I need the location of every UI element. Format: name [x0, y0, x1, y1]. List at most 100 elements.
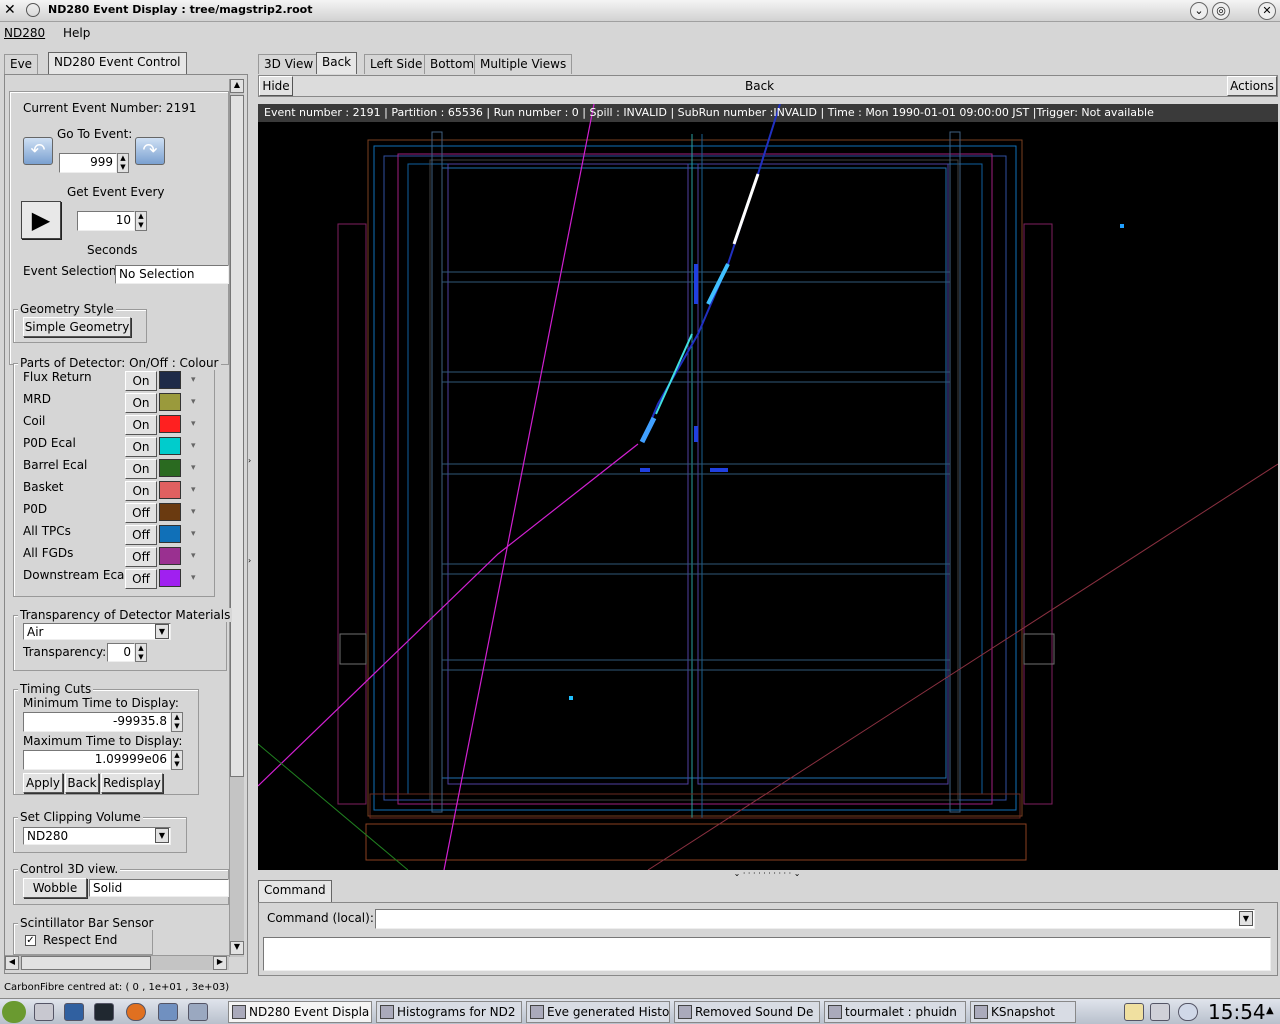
material-dropdown-icon[interactable]: ▼	[155, 624, 169, 639]
menu-nd280[interactable]: ND280	[4, 26, 45, 40]
event-interval-spinner[interactable]: ▲ ▼	[135, 211, 147, 231]
detector-part-color-swatch[interactable]	[159, 437, 181, 455]
detector-part-toggle[interactable]: On	[125, 415, 157, 435]
color-dropdown-icon[interactable]: ▾	[191, 573, 196, 583]
panel-hscrollbar[interactable]: ◀ ▶	[5, 955, 229, 970]
color-dropdown-icon[interactable]: ▾	[191, 419, 196, 429]
event-selection-input[interactable]: No Selection	[115, 265, 229, 284]
firefox-icon[interactable]	[126, 1003, 146, 1021]
tab-3d-view[interactable]: 3D View	[258, 54, 320, 74]
detector-part-color-swatch[interactable]	[159, 525, 181, 543]
detector-part-toggle[interactable]: Off	[125, 547, 157, 567]
detector-part-toggle[interactable]: Off	[125, 503, 157, 523]
tab-left-side[interactable]: Left Side	[364, 54, 429, 74]
command-history-dropdown-icon[interactable]: ▼	[1239, 911, 1253, 926]
detector-part-color-swatch[interactable]	[159, 481, 181, 499]
panel-scrollbar[interactable]: ▲ ▼	[229, 79, 244, 957]
goto-event-spinner[interactable]: ▲ ▼	[117, 153, 129, 173]
terminal-icon[interactable]	[94, 1003, 114, 1021]
detector-part-toggle[interactable]: On	[125, 437, 157, 457]
color-dropdown-icon[interactable]: ▾	[191, 485, 196, 495]
previous-event-button[interactable]: ↶	[23, 137, 53, 165]
clipping-dropdown-icon[interactable]: ▼	[155, 828, 169, 843]
scroll-down-icon[interactable]: ▼	[230, 941, 244, 955]
detector-part-toggle[interactable]: Off	[125, 525, 157, 545]
next-event-button[interactable]: ↷	[135, 137, 165, 165]
simple-geometry-button[interactable]: Simple Geometry	[23, 317, 131, 337]
start-menu-icon[interactable]	[2, 1001, 26, 1023]
pager-icon[interactable]	[188, 1003, 208, 1021]
tray-arrow-icon[interactable]: ▲	[1266, 1005, 1274, 1016]
desktop-icon[interactable]	[64, 1003, 84, 1021]
max-time-input[interactable]: 1.09999e06	[23, 750, 171, 770]
hide-button[interactable]: Hide	[259, 76, 293, 96]
detector-part-toggle[interactable]: On	[125, 393, 157, 413]
material-select[interactable]: Air	[23, 623, 171, 640]
splitter-arrow-icon[interactable]: ›	[248, 456, 256, 470]
detector-part-color-swatch[interactable]	[159, 415, 181, 433]
close-icon[interactable]: ✕	[1258, 2, 1276, 20]
scroll-left-icon[interactable]: ◀	[5, 956, 19, 970]
app-icon[interactable]: ✕	[4, 2, 16, 18]
command-input[interactable]	[375, 909, 1255, 929]
taskbar-item[interactable]: ND280 Event Displa	[228, 1001, 372, 1023]
color-dropdown-icon[interactable]: ▾	[191, 397, 196, 407]
tools-icon[interactable]	[34, 1003, 54, 1021]
detector-part-toggle[interactable]: On	[125, 371, 157, 391]
actions-button[interactable]: Actions	[1227, 76, 1277, 96]
back-button[interactable]: Back	[65, 773, 99, 793]
color-dropdown-icon[interactable]: ▾	[191, 529, 196, 539]
detector-part-toggle[interactable]: On	[125, 459, 157, 479]
volume-icon[interactable]	[1150, 1003, 1170, 1021]
taskbar-item[interactable]: Histograms for ND2	[376, 1001, 522, 1023]
clipping-select[interactable]: ND280	[23, 827, 171, 845]
tab-multiple-views[interactable]: Multiple Views	[474, 54, 573, 74]
apply-button[interactable]: Apply	[23, 773, 63, 793]
min-time-input[interactable]: -99935.8	[23, 712, 171, 732]
min-time-spinner[interactable]: ▲ ▼	[171, 712, 183, 732]
goto-event-input[interactable]: 999	[59, 153, 117, 173]
color-dropdown-icon[interactable]: ▾	[191, 463, 196, 473]
scroll-right-icon[interactable]: ▶	[213, 956, 227, 970]
taskbar-item[interactable]: Eve generated Histo	[526, 1001, 670, 1023]
transparency-input[interactable]: 0	[107, 643, 135, 662]
color-dropdown-icon[interactable]: ▾	[191, 375, 196, 385]
play-button[interactable]: ▶	[21, 201, 61, 239]
taskbar-item[interactable]: Removed Sound De	[674, 1001, 820, 1023]
tab-eve[interactable]: Eve	[4, 54, 39, 74]
color-dropdown-icon[interactable]: ▾	[191, 551, 196, 561]
splitter-arrow-icon-2[interactable]: ›	[248, 556, 256, 570]
color-dropdown-icon[interactable]: ▾	[191, 507, 196, 517]
tab-bottom[interactable]: Bottom	[424, 54, 481, 74]
event-interval-input[interactable]: 10	[77, 211, 135, 231]
tab-command[interactable]: Command	[258, 880, 332, 902]
detector-part-color-swatch[interactable]	[159, 371, 181, 389]
maximize-icon[interactable]: ◎	[1212, 2, 1230, 20]
taskbar-item[interactable]: tourmalet : phuidn	[824, 1001, 966, 1023]
hscroll-thumb[interactable]	[21, 956, 151, 970]
max-time-spinner[interactable]: ▲ ▼	[171, 750, 183, 770]
mail-icon[interactable]	[158, 1003, 178, 1021]
tab-event-control[interactable]: ND280 Event Control	[48, 52, 187, 74]
scroll-thumb[interactable]	[230, 95, 244, 777]
menu-help[interactable]: Help	[63, 26, 90, 40]
detector-part-color-swatch[interactable]	[159, 547, 181, 565]
detector-part-color-swatch[interactable]	[159, 569, 181, 587]
detector-part-toggle[interactable]: On	[125, 481, 157, 501]
detector-part-toggle[interactable]: Off	[125, 569, 157, 589]
minimize-icon[interactable]: ⌄	[1190, 2, 1208, 20]
event-display-viewer[interactable]: Event number : 2191 | Partition : 65536 …	[258, 104, 1278, 870]
redisplay-button[interactable]: Redisplay	[101, 773, 163, 793]
info-icon[interactable]	[1178, 1003, 1198, 1021]
transparency-spinner[interactable]: ▲ ▼	[135, 643, 147, 662]
window-menu-icon[interactable]	[26, 3, 40, 17]
detector-part-color-swatch[interactable]	[159, 503, 181, 521]
detector-part-color-swatch[interactable]	[159, 459, 181, 477]
taskbar-item[interactable]: KSnapshot	[970, 1001, 1076, 1023]
color-dropdown-icon[interactable]: ▾	[191, 441, 196, 451]
respect-end-checkbox[interactable]: ✓	[25, 935, 36, 946]
horizontal-splitter[interactable]: ⌄ · · · · · · · · · · ⌄	[712, 870, 822, 880]
tab-back[interactable]: Back	[316, 52, 358, 74]
scroll-up-icon[interactable]: ▲	[230, 79, 244, 93]
clipboard-icon[interactable]	[1124, 1003, 1144, 1021]
